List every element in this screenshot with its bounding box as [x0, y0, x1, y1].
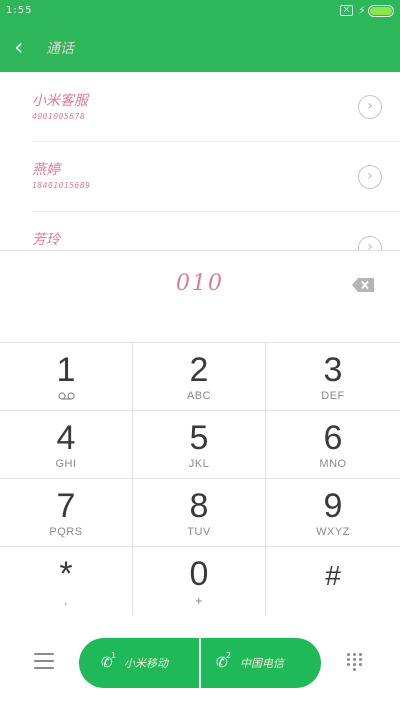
call-buttons: ✆ 1 小米移动 ✆ 2 中国电信: [79, 638, 321, 688]
sim-index: 1: [111, 651, 117, 660]
chevron-left-icon[interactable]: ‹: [14, 35, 34, 60]
key-5[interactable]: 5 JKL: [133, 411, 266, 479]
call-sim2-button[interactable]: ✆ 2 中国电信: [200, 638, 321, 688]
key-letters: TUV: [187, 526, 211, 538]
carrier-label: 中国电信: [240, 657, 284, 670]
contact-row[interactable]: 燕婷 18401015689 ›: [0, 142, 400, 212]
key-8[interactable]: 8 TUV: [133, 479, 266, 547]
contact-suggestions: 小米客服 4001005678 › 燕婷 18401015689 › 芳玲 ›: [0, 72, 400, 250]
key-digit: #: [325, 560, 341, 591]
key-digit: 0: [189, 555, 209, 593]
key-letters: +: [194, 593, 204, 608]
key-7[interactable]: 7 PQRS: [0, 479, 133, 547]
key-6[interactable]: 6 MNO: [266, 411, 400, 479]
key-letters: ABC: [186, 390, 212, 402]
top-bar: 1:55 × ⚡ ‹ 通话: [0, 0, 400, 72]
key-3[interactable]: 3 DEF: [266, 343, 400, 411]
contact-name: 燕婷: [32, 162, 60, 178]
header: ‹ 通话: [0, 24, 400, 72]
key-letters: PQRS: [49, 526, 83, 538]
dial-keypad: 1 2 ABC 3 DEF 4 GHI 5 JKL 6 MNO 7 PQRS 8…: [0, 342, 400, 616]
status-time: 1:55: [6, 5, 33, 16]
status-bar: 1:55 × ⚡: [0, 0, 400, 24]
key-0[interactable]: 0 +: [133, 547, 266, 616]
sim-x-icon: ×: [340, 5, 353, 16]
key-digit: 9: [323, 487, 343, 525]
key-9[interactable]: 9 WXYZ: [266, 479, 400, 547]
chevron-right-icon[interactable]: ›: [358, 165, 382, 189]
chevron-right-icon[interactable]: ›: [358, 95, 382, 119]
carrier-label: 小米移动: [124, 657, 168, 670]
dialpad-grid-icon[interactable]: [347, 653, 363, 673]
key-digit: 2: [189, 351, 209, 389]
menu-icon[interactable]: [34, 653, 54, 669]
key-letters: GHI: [55, 458, 77, 470]
sim-index: 2: [226, 651, 232, 660]
key-4[interactable]: 4 GHI: [0, 411, 133, 479]
key-letters: ,: [64, 595, 68, 607]
key-2[interactable]: 2 ABC: [133, 343, 266, 411]
contact-number: 18401015689: [32, 181, 91, 190]
contact-number: 4001005678: [32, 112, 86, 121]
key-digit: 3: [323, 351, 343, 389]
key-letters: MNO: [319, 458, 347, 470]
key-letters: JKL: [188, 458, 210, 470]
contact-name: 芳玲: [32, 232, 60, 248]
page-title: 通话: [46, 41, 74, 57]
contact-row[interactable]: 小米客服 4001005678 ›: [0, 72, 400, 142]
key-1[interactable]: 1: [0, 343, 133, 411]
dialed-digits: 010: [176, 271, 224, 296]
voicemail-icon: [58, 392, 75, 400]
key-digit: 4: [56, 419, 76, 457]
bottom-bar: ✆ 1 小米移动 ✆ 2 中国电信: [0, 615, 400, 711]
key-digit: 1: [56, 351, 76, 389]
battery-icon: [368, 5, 394, 17]
key-hash[interactable]: #: [266, 547, 400, 616]
contact-row[interactable]: 芳玲 ›: [0, 212, 400, 250]
dialer-screen: 1:55 × ⚡ ‹ 通话 小米客服 4001005678 › 燕婷 18401…: [0, 0, 400, 711]
chevron-right-icon[interactable]: ›: [358, 236, 382, 250]
number-input[interactable]: 010: [0, 250, 400, 342]
key-digit: 5: [189, 419, 209, 457]
key-star[interactable]: * ,: [0, 547, 133, 616]
call-sim1-button[interactable]: ✆ 1 小米移动: [79, 638, 200, 688]
key-letters: DEF: [321, 390, 345, 402]
bolt-icon: ⚡: [358, 4, 366, 17]
key-digit: *: [59, 555, 73, 593]
backspace-icon[interactable]: [352, 278, 374, 292]
contact-name: 小米客服: [32, 93, 88, 109]
key-digit: 8: [189, 487, 209, 525]
key-digit: 7: [56, 487, 76, 525]
key-digit: 6: [323, 419, 343, 457]
key-letters: WXYZ: [316, 526, 350, 538]
